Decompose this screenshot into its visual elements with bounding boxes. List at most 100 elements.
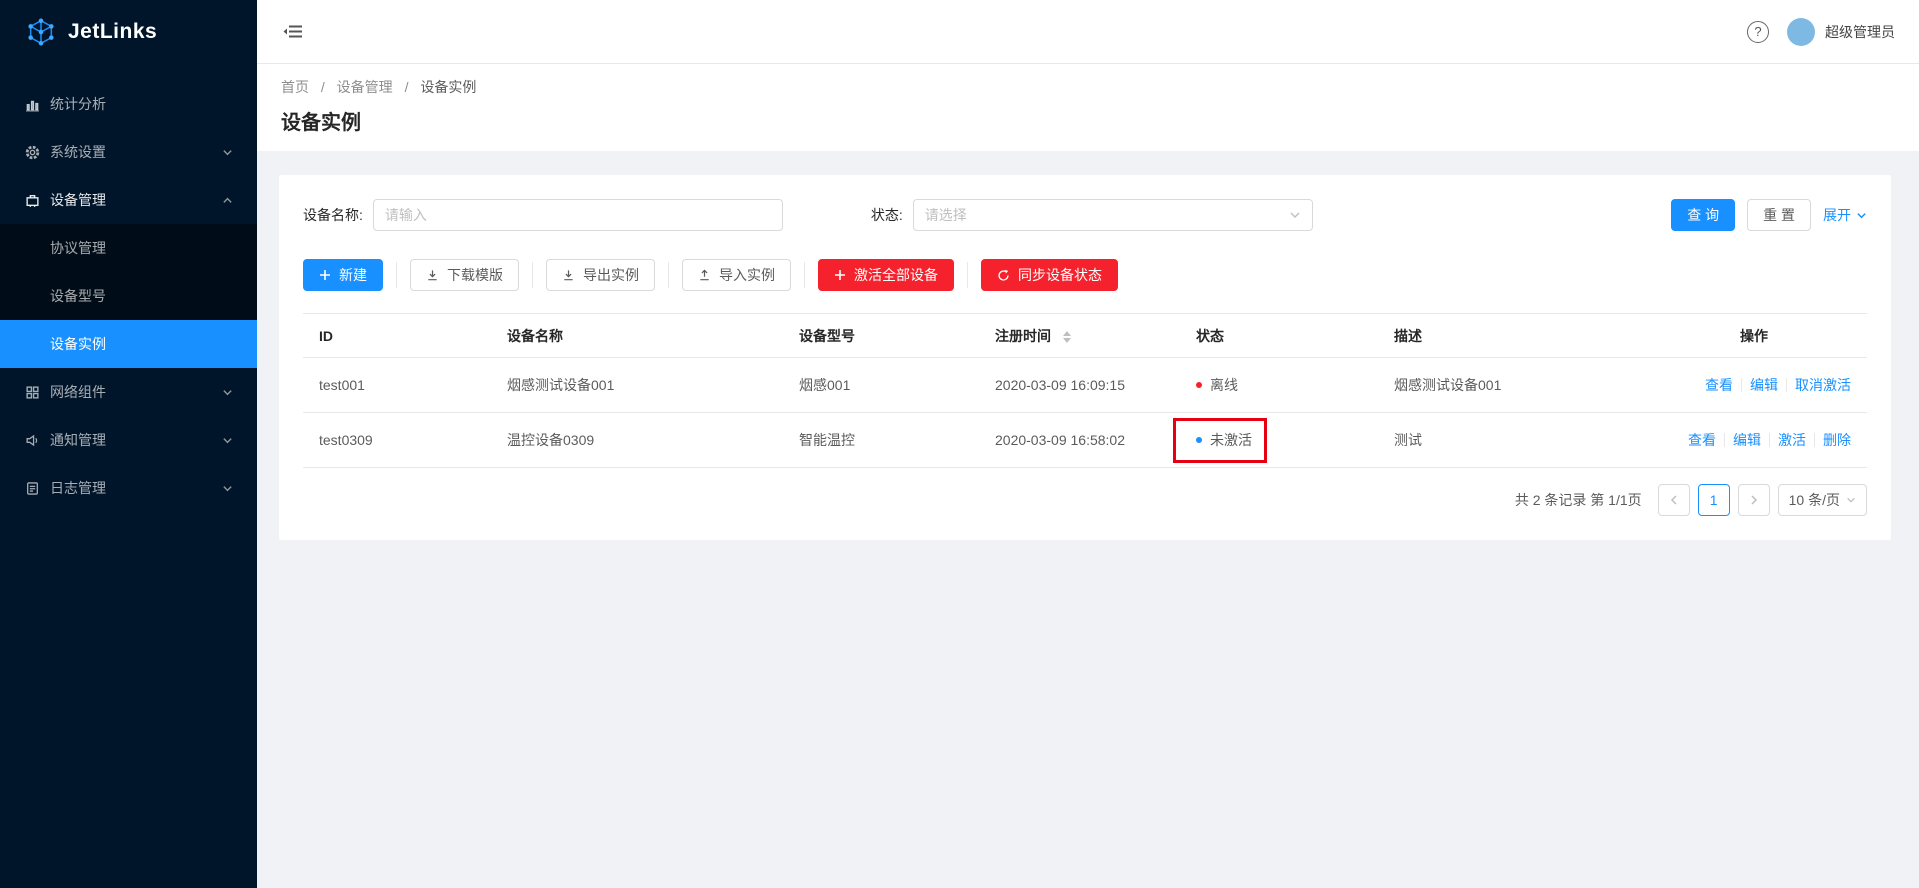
sidebar-item-label: 设备型号: [50, 286, 106, 306]
cell-name: 烟感测试设备001: [491, 358, 783, 413]
plus-icon: [319, 269, 331, 281]
filter-actions: 查 询 重 置 展开: [1671, 199, 1867, 231]
chevron-down-icon: [222, 435, 233, 446]
not-activated-dot-icon: [1196, 437, 1202, 443]
breadcrumb-current: 设备实例: [420, 79, 476, 95]
sidebar-item-label: 日志管理: [50, 478, 222, 498]
user-name: 超级管理员: [1825, 22, 1895, 42]
pagination-summary: 共 2 条记录 第 1/1页: [1515, 490, 1642, 510]
download-icon: [426, 269, 439, 282]
help-icon[interactable]: ?: [1747, 21, 1769, 43]
device-table: ID 设备名称 设备型号 注册时间 状态 描述 操作: [303, 313, 1867, 468]
brand-logo[interactable]: JetLinks: [0, 0, 257, 64]
device-name-filter: 设备名称:: [303, 199, 783, 231]
breadcrumb-home[interactable]: 首页: [281, 79, 309, 95]
header-right: ? 超级管理员: [1747, 18, 1895, 46]
sidebar-item-statistics[interactable]: 统计分析: [0, 80, 257, 128]
log-icon: [24, 481, 40, 496]
view-link[interactable]: 查看: [1705, 377, 1733, 393]
sort-carets-icon[interactable]: [1063, 331, 1071, 343]
status-badge: 离线: [1196, 375, 1238, 395]
cell-description: 烟感测试设备001: [1378, 358, 1641, 413]
edit-link[interactable]: 编辑: [1733, 432, 1761, 448]
breadcrumb-device-management[interactable]: 设备管理: [337, 79, 393, 95]
download-template-button[interactable]: 下载模版: [410, 259, 519, 291]
page-size-select[interactable]: 10 条/页: [1778, 484, 1867, 516]
sidebar-item-system-settings[interactable]: 系统设置: [0, 128, 257, 176]
content-area: 设备名称: 状态: 请选择 查 询 重: [257, 151, 1919, 888]
cell-status: 未激活: [1180, 413, 1378, 468]
cell-model: 智能温控: [783, 413, 979, 468]
chevron-down-icon: [1289, 209, 1301, 221]
speaker-icon: [24, 433, 40, 448]
status-select[interactable]: 请选择: [913, 199, 1313, 231]
sync-status-button[interactable]: 同步设备状态: [981, 259, 1118, 291]
cell-time: 2020-03-09 16:09:15: [979, 358, 1180, 413]
top-header: ? 超级管理员: [257, 0, 1919, 64]
sidebar-item-notification-management[interactable]: 通知管理: [0, 416, 257, 464]
menu-fold-icon[interactable]: [283, 23, 303, 40]
reset-button[interactable]: 重 置: [1747, 199, 1811, 231]
page-number-button[interactable]: 1: [1698, 484, 1730, 516]
search-button[interactable]: 查 询: [1671, 199, 1735, 231]
table-row: test0309 温控设备0309 智能温控 2020-03-09 16:58:…: [303, 413, 1867, 468]
toolbar-divider: [668, 262, 669, 288]
new-button[interactable]: 新建: [303, 259, 383, 291]
column-header-time: 注册时间: [979, 314, 1180, 358]
expand-link[interactable]: 展开: [1823, 205, 1867, 225]
sidebar-item-device-management[interactable]: 设备管理: [0, 176, 257, 224]
jetlinks-cube-icon: [26, 17, 56, 47]
app-root: JetLinks 统计分析 系统设置: [0, 0, 1919, 888]
cell-actions: 查看 编辑 取消激活: [1641, 358, 1867, 413]
chevron-down-icon: [1856, 210, 1867, 221]
sidebar-item-protocol-management[interactable]: 协议管理: [0, 224, 257, 272]
sidebar-item-device-model[interactable]: 设备型号: [0, 272, 257, 320]
column-header-actions: 操作: [1641, 314, 1867, 358]
edit-link[interactable]: 编辑: [1750, 377, 1778, 393]
expand-label: 展开: [1823, 205, 1851, 225]
column-header-name: 设备名称: [491, 314, 783, 358]
cell-id: test001: [303, 358, 491, 413]
main-area: ? 超级管理员 首页 / 设备管理 / 设备实例 设备实例: [257, 0, 1919, 888]
delete-link[interactable]: 删除: [1823, 432, 1851, 448]
breadcrumb-separator: /: [405, 79, 409, 95]
status-label: 状态:: [871, 205, 903, 225]
bar-chart-icon: [24, 97, 40, 112]
sidebar-item-label: 通知管理: [50, 430, 222, 450]
grid-icon: [24, 385, 40, 400]
activate-all-button[interactable]: 激活全部设备: [818, 259, 954, 291]
upload-icon: [698, 269, 711, 282]
sidebar-item-device-instance[interactable]: 设备实例: [0, 320, 257, 368]
status-select-placeholder: 请选择: [925, 205, 967, 225]
view-link[interactable]: 查看: [1688, 432, 1716, 448]
device-icon: [24, 193, 40, 208]
deactivate-link[interactable]: 取消激活: [1795, 377, 1851, 393]
chevron-down-icon: [222, 483, 233, 494]
status-badge: 未激活: [1196, 430, 1252, 450]
export-instance-button[interactable]: 导出实例: [546, 259, 655, 291]
prev-page-button[interactable]: [1658, 484, 1690, 516]
user-menu[interactable]: 超级管理员: [1787, 18, 1895, 46]
chevron-down-icon: [222, 147, 233, 158]
chevron-down-icon: [222, 387, 233, 398]
gear-icon: [24, 145, 40, 160]
sync-icon: [997, 269, 1010, 282]
toolbar-divider: [532, 262, 533, 288]
cell-model: 烟感001: [783, 358, 979, 413]
sidebar-item-label: 统计分析: [50, 94, 233, 114]
device-name-input[interactable]: [373, 199, 783, 231]
sidebar-item-network-components[interactable]: 网络组件: [0, 368, 257, 416]
avatar: [1787, 18, 1815, 46]
sidebar-item-log-management[interactable]: 日志管理: [0, 464, 257, 512]
pagination: 共 2 条记录 第 1/1页 1 10 条/页: [303, 484, 1867, 516]
plus-icon: [834, 269, 846, 281]
status-filter: 状态: 请选择: [871, 199, 1313, 231]
chevron-up-icon: [222, 195, 233, 206]
activate-link[interactable]: 激活: [1778, 432, 1806, 448]
device-name-label: 设备名称:: [303, 205, 363, 225]
brand-name: JetLinks: [68, 20, 157, 44]
import-instance-button[interactable]: 导入实例: [682, 259, 791, 291]
next-page-button[interactable]: [1738, 484, 1770, 516]
cell-name: 温控设备0309: [491, 413, 783, 468]
chevron-down-icon: [1846, 495, 1856, 505]
